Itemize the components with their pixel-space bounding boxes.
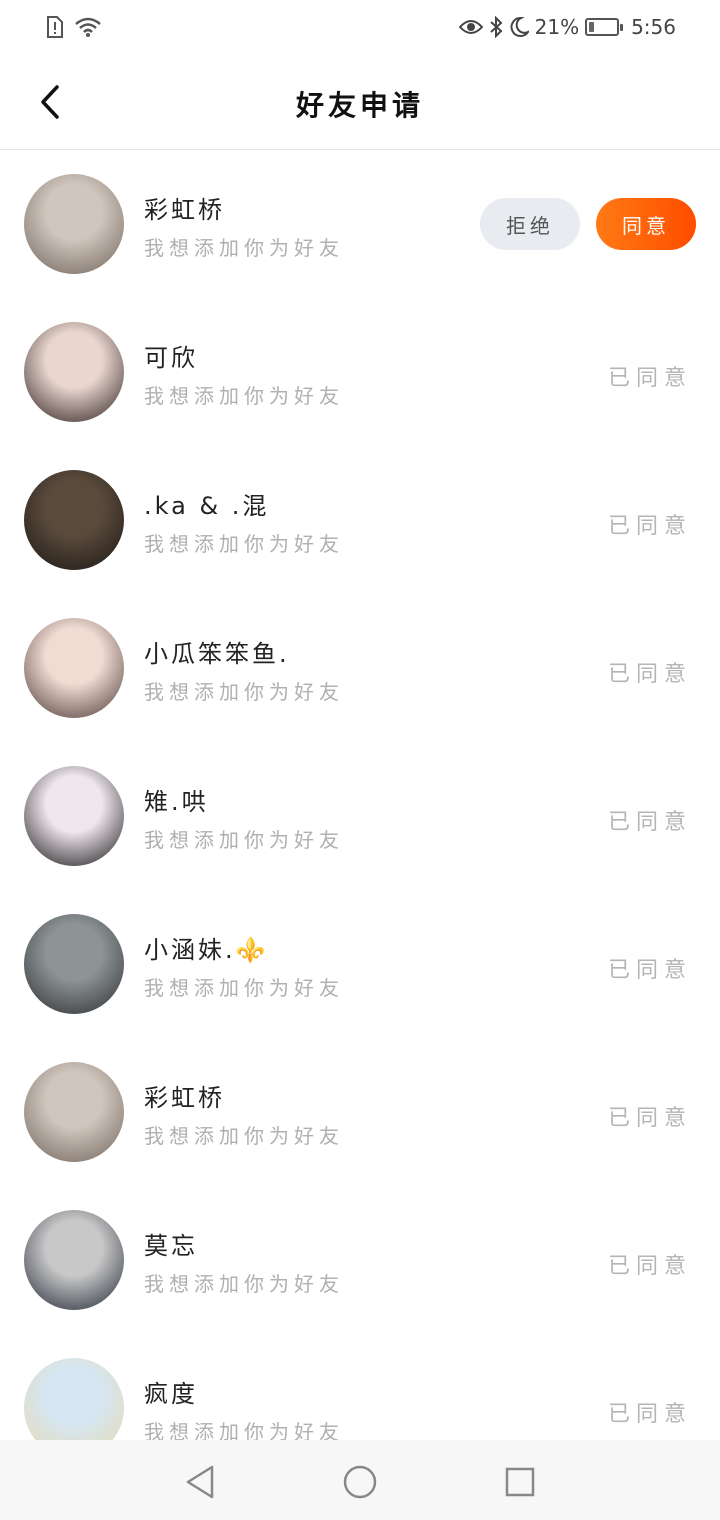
friend-request-list: 彩虹桥 我想添加你为好友 拒绝 同意 可欣 我想添加你为好友 已同意 .ka & .混 我想添加… (0, 150, 720, 1440)
accepted-status: 已同意 (607, 958, 692, 983)
nav-back-button[interactable] (178, 1460, 222, 1504)
status-right: 21% 5:56 (458, 14, 676, 40)
request-name: 小涵妹.⚜️ (144, 936, 269, 964)
request-row[interactable]: 小涵妹.⚜️ 我想添加你为好友 已同意 (0, 890, 720, 1038)
battery-percent: 21% (534, 15, 580, 39)
request-message: 我想添加你为好友 (144, 384, 344, 408)
avatar[interactable] (24, 766, 124, 866)
request-name: .ka & .混 (144, 492, 270, 520)
agree-button[interactable]: 同意 (596, 198, 696, 250)
accepted-status: 已同意 (607, 662, 692, 687)
accepted-status: 已同意 (607, 1106, 692, 1131)
request-row[interactable]: 疯度我想添加你为好友 已同意 (0, 1334, 720, 1440)
request-row[interactable]: 莫忘我想添加你为好友 已同意 (0, 1186, 720, 1334)
request-row[interactable]: 可欣我想添加你为好友 已同意 (0, 298, 720, 446)
request-name: 彩虹桥 (144, 196, 225, 224)
avatar[interactable] (24, 914, 124, 1014)
page-title: 好友申请 (295, 89, 424, 122)
request-name: 莫忘 (144, 1232, 198, 1260)
request-message: 我想添加你为好友 (144, 1124, 344, 1148)
back-triangle-icon (186, 1465, 214, 1499)
moon-icon (509, 14, 529, 40)
bluetooth-icon (489, 14, 503, 40)
reject-button[interactable]: 拒绝 (480, 198, 580, 250)
request-message: 我想添加你为好友 (144, 532, 344, 556)
request-row[interactable]: 小瓜笨笨鱼. 我想添加你为好友 已同意 (0, 594, 720, 742)
request-row[interactable]: 彩虹桥我想添加你为好友 拒绝 同意 (0, 150, 720, 298)
request-row[interactable]: .ka & .混我想添加你为好友 已同意 (0, 446, 720, 594)
request-name: 小瓜笨笨鱼. (144, 640, 290, 668)
request-row[interactable]: 彩虹桥我想添加你为好友 已同意 (0, 1038, 720, 1186)
avatar[interactable] (24, 1062, 124, 1162)
accepted-status: 已同意 (607, 366, 692, 391)
avatar[interactable] (24, 1358, 124, 1440)
status-left (46, 14, 102, 40)
navigation-bar (0, 1440, 720, 1520)
sim-alert-icon (46, 14, 64, 40)
request-message: 我想添加你为好友 (144, 680, 344, 704)
header: 好友申请 (0, 56, 720, 150)
request-message: 我想添加你为好友 (144, 828, 344, 852)
home-circle-icon (343, 1465, 377, 1499)
status-time: 5:56 (631, 15, 676, 39)
request-message: 我想添加你为好友 (144, 236, 344, 260)
status-bar: 21% 5:56 (0, 0, 720, 56)
accepted-status: 已同意 (607, 514, 692, 539)
request-name: 疯度 (144, 1380, 198, 1408)
avatar[interactable] (24, 174, 124, 274)
avatar[interactable] (24, 1210, 124, 1310)
accepted-status: 已同意 (607, 810, 692, 835)
request-name: 可欣 (144, 344, 198, 372)
request-message: 我想添加你为好友 (144, 1420, 344, 1440)
request-row[interactable]: 雉.哄我想添加你为好友 已同意 (0, 742, 720, 890)
request-message: 我想添加你为好友 (144, 1272, 344, 1296)
request-name: 雉.哄 (144, 788, 209, 816)
recents-square-icon (505, 1467, 535, 1497)
battery-icon (585, 18, 624, 36)
accepted-status: 已同意 (607, 1402, 692, 1427)
accepted-status: 已同意 (607, 1254, 692, 1279)
request-name: 彩虹桥 (144, 1084, 225, 1112)
request-message: 我想添加你为好友 (144, 976, 344, 1000)
eye-icon (458, 14, 483, 40)
avatar[interactable] (24, 618, 124, 718)
wifi-icon (74, 14, 102, 40)
avatar[interactable] (24, 322, 124, 422)
nav-home-button[interactable] (338, 1460, 382, 1504)
nav-recents-button[interactable] (498, 1460, 542, 1504)
avatar[interactable] (24, 470, 124, 570)
